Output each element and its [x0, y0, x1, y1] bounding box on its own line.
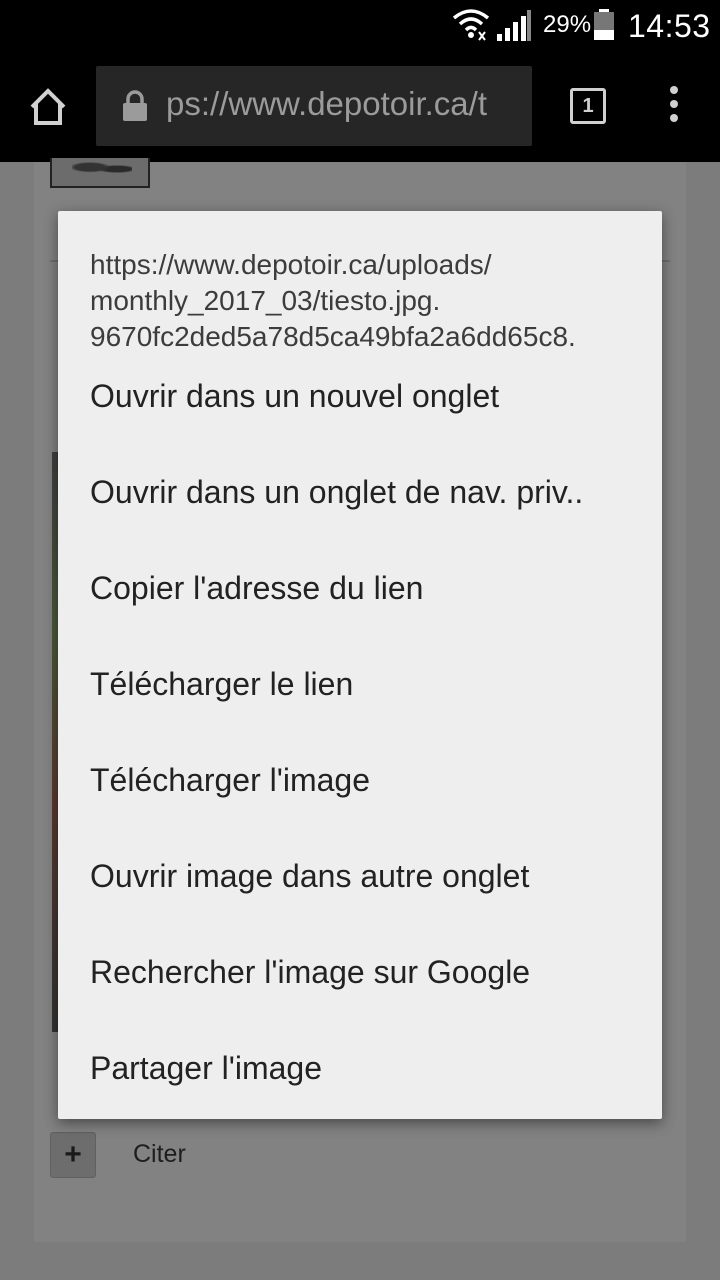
menu-item-copy-link[interactable]: Copier l'adresse du lien	[58, 544, 662, 640]
menu-item-label: Ouvrir dans un onglet de nav. priv..	[90, 474, 584, 510]
url-bar[interactable]: ps://www.depotoir.ca/t	[96, 66, 532, 146]
quote-label[interactable]: Citer	[133, 1140, 186, 1169]
wifi-icon	[452, 6, 490, 47]
context-menu: https://www.depotoir.ca/uploads/ monthly…	[58, 211, 662, 1119]
menu-item-open-image-tab[interactable]: Ouvrir image dans autre onglet	[58, 832, 662, 928]
menu-item-label: Rechercher l'image sur Google	[90, 954, 531, 990]
home-icon	[30, 88, 66, 125]
menu-item-download-link[interactable]: Télécharger le lien	[58, 640, 662, 736]
menu-item-label: Partager l'image	[90, 1050, 322, 1086]
menu-item-open-private-tab[interactable]: Ouvrir dans un onglet de nav. priv..	[58, 448, 662, 544]
battery-icon	[592, 9, 616, 46]
signal-icon	[496, 8, 532, 47]
url-line: 9670fc2ded5a78d5ca49bfa2a6dd65c8.	[90, 321, 576, 352]
menu-item-label: Télécharger le lien	[90, 666, 354, 702]
menu-item-label: Télécharger l'image	[90, 762, 371, 798]
home-button[interactable]	[24, 83, 72, 131]
clock: 14:53	[628, 8, 711, 44]
quote-plus-button[interactable]: +	[50, 1132, 96, 1178]
screen: 29% 14:53 ps://www.depotoir.ca/t 1 + Cit…	[0, 0, 720, 1280]
menu-item-label: Copier l'adresse du lien	[90, 570, 424, 606]
lock-icon	[122, 90, 148, 127]
menu-item-label: Ouvrir image dans autre onglet	[90, 858, 530, 894]
context-menu-url: https://www.depotoir.ca/uploads/ monthly…	[90, 247, 650, 355]
overflow-menu-icon[interactable]	[658, 86, 690, 130]
battery-percent: 29%	[543, 11, 592, 38]
thumbnail-image	[50, 158, 150, 188]
url-line: monthly_2017_03/tiesto.jpg.	[90, 285, 441, 316]
status-bar: 29% 14:53	[0, 0, 720, 52]
menu-item-share-image[interactable]: Partager l'image	[58, 1024, 662, 1120]
tabs-button[interactable]: 1	[570, 88, 606, 124]
menu-item-open-new-tab[interactable]: Ouvrir dans un nouvel onglet	[58, 352, 662, 448]
browser-toolbar: ps://www.depotoir.ca/t 1	[0, 52, 720, 162]
menu-item-search-image-google[interactable]: Rechercher l'image sur Google	[58, 928, 662, 1024]
menu-item-download-image[interactable]: Télécharger l'image	[58, 736, 662, 832]
menu-item-label: Ouvrir dans un nouvel onglet	[90, 378, 500, 414]
url-text: ps://www.depotoir.ca/t	[166, 85, 487, 122]
url-line: https://www.depotoir.ca/uploads/	[90, 249, 492, 280]
